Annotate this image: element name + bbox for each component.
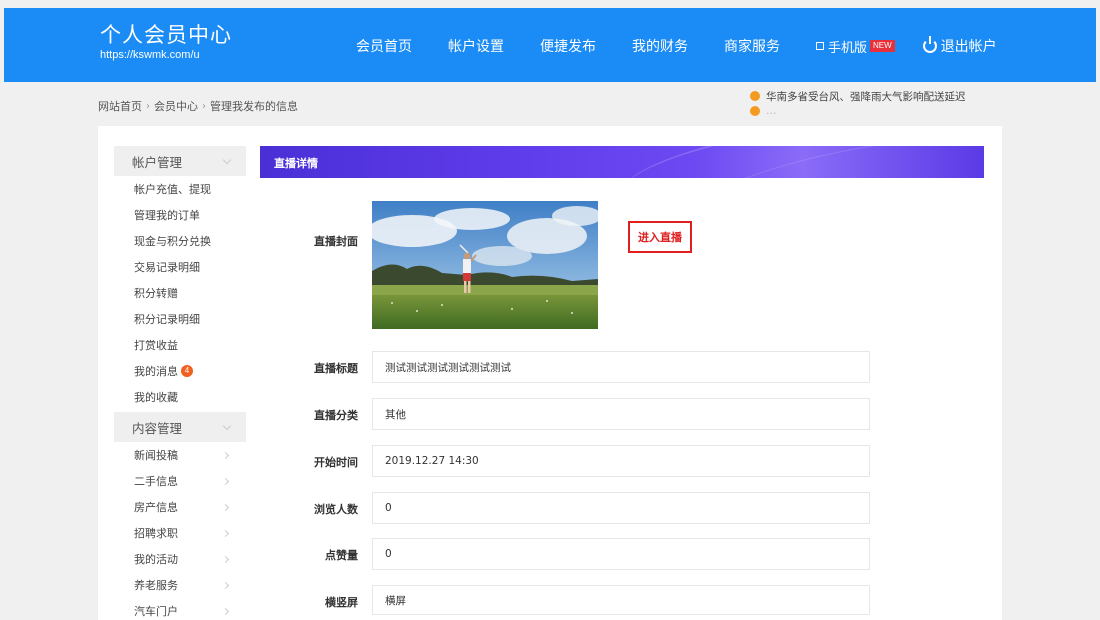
site-url: https://kswmk.com/u xyxy=(100,49,200,61)
new-badge: NEW xyxy=(870,40,895,52)
logout-button[interactable]: 退出帐户 xyxy=(922,36,997,56)
sidebar-item-label: 房产信息 xyxy=(134,501,178,514)
sidebar-item-activities[interactable]: 我的活动 xyxy=(114,546,246,572)
sidebar-item-label: 交易记录明细 xyxy=(134,261,200,274)
main-nav: 会员首页 帐户设置 便捷发布 我的财务 商家服务 手机版 NEW 退出帐户 xyxy=(356,36,1033,56)
start-time-field[interactable]: 2019.12.27 14:30 xyxy=(372,445,870,477)
sidebar-item-news[interactable]: 新闻投稿 xyxy=(114,442,246,468)
nav-quick-publish[interactable]: 便捷发布 xyxy=(540,36,596,56)
sidebar-item-label: 二手信息 xyxy=(134,475,178,488)
chevron-right-icon xyxy=(221,503,230,511)
field-label-start-time: 开始时间 xyxy=(314,456,358,469)
ticker-text: … xyxy=(766,105,777,117)
field-label-views: 浏览人数 xyxy=(314,503,358,516)
ticker-item[interactable]: … xyxy=(750,104,1005,118)
enter-live-button[interactable]: 进入直播 xyxy=(628,221,692,253)
field-label-likes: 点赞量 xyxy=(325,549,358,562)
breadcrumb: 网站首页 › 会员中心 › 管理我发布的信息 xyxy=(98,98,298,114)
sidebar-item-transactions[interactable]: 交易记录明细 xyxy=(114,254,246,280)
alert-icon xyxy=(750,106,760,116)
sidebar-item-recharge[interactable]: 帐户充值、提现 xyxy=(114,176,246,202)
sidebar-item-label: 帐户充值、提现 xyxy=(134,183,211,196)
nav-account-settings[interactable]: 帐户设置 xyxy=(448,36,504,56)
sidebar-item-favorites[interactable]: 我的收藏 xyxy=(114,384,246,410)
chevron-right-icon xyxy=(221,555,230,563)
live-category-field[interactable]: 其他 xyxy=(372,398,870,430)
sidebar-item-jobs[interactable]: 招聘求职 xyxy=(114,520,246,546)
ticker-item[interactable]: 华南多省受台风、强降雨大气影响配送延迟 xyxy=(750,89,1005,103)
field-label-title: 直播标题 xyxy=(314,362,358,375)
sidebar-group-title: 内容管理 xyxy=(132,420,183,436)
chevron-right-icon xyxy=(221,477,230,485)
sidebar-item-label: 我的收藏 xyxy=(134,391,178,404)
sidebar-group-account[interactable]: 帐户管理 xyxy=(114,146,246,176)
breadcrumb-home[interactable]: 网站首页 xyxy=(98,98,142,114)
mobile-label: 手机版 xyxy=(828,40,868,56)
cover-photo xyxy=(372,201,598,329)
chevron-down-icon xyxy=(222,155,232,164)
power-icon xyxy=(922,36,937,53)
brand[interactable]: 个人会员中心 https://kswmk.com/u xyxy=(100,22,232,62)
message-count-badge: 4 xyxy=(181,365,193,377)
chevron-right-icon xyxy=(221,607,230,615)
field-label-category: 直播分类 xyxy=(314,409,358,422)
sidebar-item-messages[interactable]: 我的消息 4 xyxy=(114,358,246,384)
sidebar-item-exchange[interactable]: 现金与积分兑换 xyxy=(114,228,246,254)
nav-member-home[interactable]: 会员首页 xyxy=(356,36,412,56)
breadcrumb-separator-icon: › xyxy=(202,100,206,112)
chevron-right-icon xyxy=(221,451,230,459)
sidebar-group-content[interactable]: 内容管理 xyxy=(114,412,246,442)
ticker-text: 华南多省受台风、强降雨大气影响配送延迟 xyxy=(766,90,966,103)
sidebar-item-label: 养老服务 xyxy=(134,579,178,592)
sidebar-item-label: 招聘求职 xyxy=(134,527,178,540)
cover-label: 直播封面 xyxy=(314,235,358,248)
chevron-down-icon xyxy=(222,421,232,430)
breadcrumb-member-center[interactable]: 会员中心 xyxy=(154,98,198,114)
live-title-field[interactable]: 测试测试测试测试测试测试 xyxy=(372,351,870,383)
sidebar-item-label: 打赏收益 xyxy=(134,339,178,352)
likes-field[interactable]: 0 xyxy=(372,538,870,570)
nav-merchant-service[interactable]: 商家服务 xyxy=(724,36,780,56)
sidebar-item-label: 积分记录明细 xyxy=(134,313,200,326)
orientation-field[interactable]: 横屏 xyxy=(372,585,870,615)
nav-my-finance[interactable]: 我的财务 xyxy=(632,36,688,56)
alert-icon xyxy=(750,91,760,101)
field-label-orientation: 横竖屏 xyxy=(325,596,358,609)
nav-mobile[interactable]: 手机版 NEW xyxy=(816,37,895,56)
sidebar-item-housing[interactable]: 房产信息 xyxy=(114,494,246,520)
sidebar-item-elderly[interactable]: 养老服务 xyxy=(114,572,246,598)
sidebar-item-label: 汽车门户 xyxy=(134,605,178,618)
sidebar-item-secondhand[interactable]: 二手信息 xyxy=(114,468,246,494)
sidebar-item-tips[interactable]: 打赏收益 xyxy=(114,332,246,358)
qr-icon xyxy=(816,42,824,50)
chevron-right-icon xyxy=(221,581,230,589)
sidebar-item-orders[interactable]: 管理我的订单 xyxy=(114,202,246,228)
news-ticker[interactable]: 华南多省受台风、强降雨大气影响配送延迟 … xyxy=(750,86,1005,118)
sidebar-item-label: 积分转赠 xyxy=(134,287,178,300)
sidebar-item-points-transfer[interactable]: 积分转赠 xyxy=(114,280,246,306)
sidebar-item-points-log[interactable]: 积分记录明细 xyxy=(114,306,246,332)
cover-image xyxy=(372,201,598,329)
sidebar-item-label: 现金与积分兑换 xyxy=(134,235,211,248)
chevron-right-icon xyxy=(221,529,230,537)
sidebar-item-label: 管理我的订单 xyxy=(134,209,200,222)
detail-header: 直播详情 xyxy=(260,146,984,178)
sidebar: 帐户管理 帐户充值、提现 管理我的订单 现金与积分兑换 交易记录明细 积分转赠 … xyxy=(114,146,246,620)
breadcrumb-separator-icon: › xyxy=(146,100,150,112)
sidebar-item-auto[interactable]: 汽车门户 xyxy=(114,598,246,620)
views-field[interactable]: 0 xyxy=(372,492,870,524)
sidebar-item-label: 我的消息 xyxy=(134,365,178,378)
breadcrumb-current: 管理我发布的信息 xyxy=(210,100,298,113)
top-header: 个人会员中心 https://kswmk.com/u 会员首页 帐户设置 便捷发… xyxy=(4,8,1096,82)
logout-label: 退出帐户 xyxy=(940,39,997,55)
sidebar-item-label: 我的活动 xyxy=(134,553,178,566)
site-title: 个人会员中心 xyxy=(100,23,232,47)
sidebar-group-title: 帐户管理 xyxy=(132,154,183,170)
sidebar-item-label: 新闻投稿 xyxy=(134,449,178,462)
detail-title: 直播详情 xyxy=(274,157,318,170)
